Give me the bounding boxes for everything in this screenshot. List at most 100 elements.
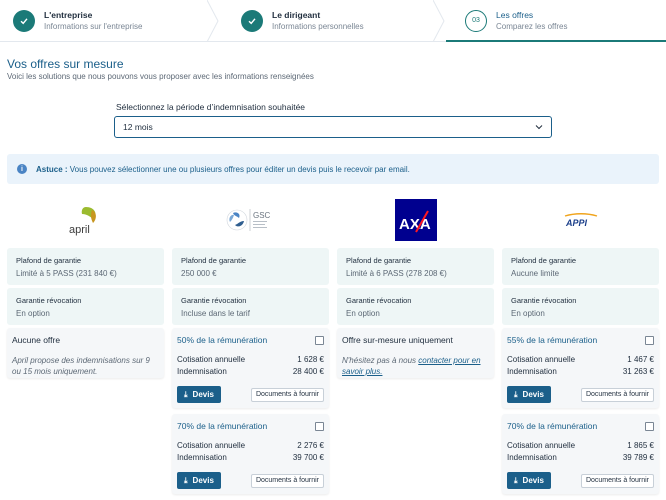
plafond-box: Plafond de garantie Limité à 6 PASS (278… — [337, 248, 494, 285]
page-title: Vos offres sur mesure — [7, 57, 124, 71]
step-offres[interactable]: 03 Les offres Comparez les offres — [444, 0, 666, 41]
devis-label: Devis — [192, 390, 214, 399]
indemnisation-label: Indemnisation — [177, 367, 227, 376]
devis-button[interactable]: ⤓ Devis — [507, 386, 551, 403]
svg-text:APPI: APPI — [565, 218, 588, 228]
tip-banner: i Astuce : Vous pouvez sélectionner une … — [7, 154, 659, 184]
revocation-box: Garantie révocation En option — [7, 288, 164, 325]
check-icon — [241, 9, 263, 32]
indemnisation-value: 39 789 € — [622, 453, 654, 462]
plafond-label: Plafond de garantie — [181, 256, 247, 265]
no-offer-card: Aucune offre April propose des indemnisa… — [7, 328, 164, 378]
insurer-column-appi: APPI Plafond de garantie Aucune limite G… — [502, 195, 659, 494]
offer-title: 70% de la rémunération — [177, 421, 268, 431]
plafond-value: Limité à 6 PASS (278 208 €) — [346, 269, 447, 278]
step-subtitle: Comparez les offres — [496, 22, 568, 31]
plafond-box: Plafond de garantie Aucune limite — [502, 248, 659, 285]
documents-button[interactable]: Documents à fournir — [580, 473, 654, 488]
period-label: Sélectionnez la période d’indemnisation … — [116, 102, 306, 112]
cotisation-label: Cotisation annuelle — [507, 355, 576, 364]
cotisation-label: Cotisation annuelle — [177, 441, 246, 450]
revocation-box: Garantie révocation En option — [337, 288, 494, 325]
offer-card[interactable]: 50% de la rémunération Cotisation annuel… — [172, 328, 329, 408]
progress-stepper: L'entreprise Informations sur l'entrepri… — [0, 0, 666, 42]
page-subtitle: Voici les solutions que nous pouvons vou… — [7, 72, 314, 81]
devis-label: Devis — [192, 476, 214, 485]
custom-offer-title: Offre sur-mesure uniquement — [342, 335, 453, 345]
insurer-column-gsc: GSC Plafond de garantie 250 000 € Garant… — [172, 195, 329, 494]
chevron-down-icon — [535, 125, 543, 130]
revocation-label: Garantie révocation — [511, 296, 577, 305]
offer-title: 55% de la rémunération — [507, 335, 598, 345]
no-offer-title: Aucune offre — [12, 335, 61, 345]
documents-button[interactable]: Documents à fournir — [250, 473, 324, 488]
cotisation-label: Cotisation annuelle — [507, 441, 576, 450]
plafond-label: Plafond de garantie — [16, 256, 82, 265]
revocation-value: En option — [346, 309, 380, 318]
cotisation-value: 1 865 € — [627, 441, 654, 450]
download-icon: ⤓ — [514, 475, 518, 485]
plafond-value: Limité à 5 PASS (231 840 €) — [16, 269, 117, 278]
period-select[interactable]: 12 mois — [114, 116, 552, 138]
devis-label: Devis — [522, 476, 544, 485]
plafond-value: Aucune limite — [511, 269, 560, 278]
indemnisation-label: Indemnisation — [177, 453, 227, 462]
active-step-indicator — [446, 40, 666, 42]
offer-title: 70% de la rémunération — [507, 421, 598, 431]
revocation-box: Garantie révocation En option — [502, 288, 659, 325]
plafond-label: Plafond de garantie — [346, 256, 412, 265]
indemnisation-label: Indemnisation — [507, 453, 557, 462]
offer-checkbox[interactable] — [315, 335, 324, 345]
april-logo: april — [7, 195, 164, 245]
offer-card[interactable]: 70% de la rémunération Cotisation annuel… — [172, 414, 329, 494]
svg-text:AXA: AXA — [399, 216, 431, 233]
plafond-value: 250 000 € — [181, 269, 217, 278]
gsc-logo: GSC — [172, 195, 329, 245]
check-icon — [13, 9, 35, 32]
documents-button[interactable]: Documents à fournir — [250, 387, 324, 402]
step-entreprise[interactable]: L'entreprise Informations sur l'entrepri… — [0, 0, 219, 42]
cotisation-value: 2 276 € — [297, 441, 324, 450]
svg-text:GSC: GSC — [253, 211, 271, 220]
step-title: Les offres — [496, 10, 534, 20]
devis-button[interactable]: ⤓ Devis — [177, 472, 221, 489]
offer-checkbox[interactable] — [645, 421, 654, 431]
appi-logo: APPI — [502, 195, 659, 245]
step-title: Le dirigeant — [272, 10, 321, 20]
step-dirigeant[interactable]: Le dirigeant Informations personnelles — [218, 0, 445, 42]
revocation-value: En option — [511, 309, 545, 318]
offer-card[interactable]: 55% de la rémunération Cotisation annuel… — [502, 328, 659, 408]
insurer-column-april: april Plafond de garantie Limité à 5 PAS… — [7, 195, 164, 378]
indemnisation-label: Indemnisation — [507, 367, 557, 376]
insurer-column-axa: AXA Plafond de garantie Limité à 6 PASS … — [337, 195, 494, 378]
custom-offer-note: N'hésitez pas à nous contacter pour en s… — [342, 356, 481, 376]
axa-logo: AXA — [337, 195, 494, 245]
revocation-label: Garantie révocation — [181, 296, 247, 305]
offer-checkbox[interactable] — [645, 335, 654, 345]
step-subtitle: Informations sur l'entreprise — [44, 22, 143, 31]
devis-button[interactable]: ⤓ Devis — [507, 472, 551, 489]
indemnisation-value: 31 263 € — [622, 367, 654, 376]
indemnisation-value: 39 700 € — [292, 453, 324, 462]
download-icon: ⤓ — [184, 475, 188, 485]
info-icon: i — [17, 164, 27, 174]
custom-offer-card: Offre sur-mesure uniquement N'hésitez pa… — [337, 328, 494, 378]
revocation-box: Garantie révocation Incluse dans le tari… — [172, 288, 329, 325]
download-icon: ⤓ — [184, 389, 188, 399]
documents-button[interactable]: Documents à fournir — [580, 387, 654, 402]
step-title: L'entreprise — [44, 10, 93, 20]
revocation-value: En option — [16, 309, 50, 318]
offer-card[interactable]: 70% de la rémunération Cotisation annuel… — [502, 414, 659, 494]
plafond-box: Plafond de garantie Limité à 5 PASS (231… — [7, 248, 164, 285]
devis-button[interactable]: ⤓ Devis — [177, 386, 221, 403]
period-select-value: 12 mois — [123, 122, 153, 132]
devis-label: Devis — [522, 390, 544, 399]
download-icon: ⤓ — [514, 389, 518, 399]
offer-checkbox[interactable] — [315, 421, 324, 431]
step-subtitle: Informations personnelles — [272, 22, 364, 31]
tip-text: Astuce : Vous pouvez sélectionner une ou… — [36, 164, 410, 174]
step-number: 03 — [465, 9, 487, 32]
revocation-label: Garantie révocation — [346, 296, 412, 305]
cotisation-value: 1 467 € — [627, 355, 654, 364]
cotisation-value: 1 628 € — [297, 355, 324, 364]
